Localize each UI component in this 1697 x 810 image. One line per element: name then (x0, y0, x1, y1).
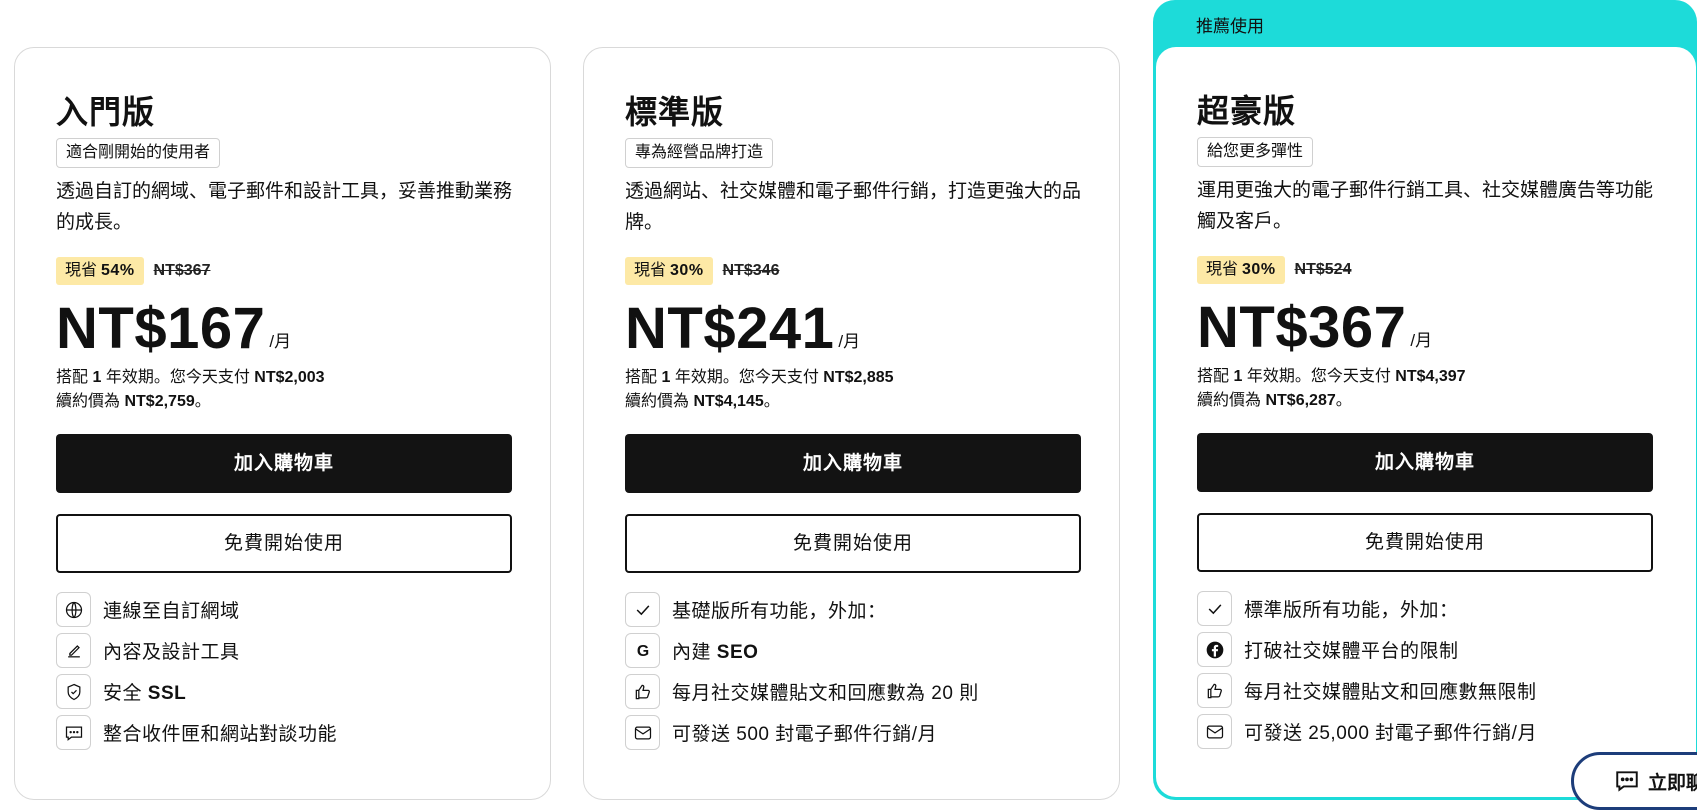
discount-row: 現省 54% NT$367 (56, 256, 509, 286)
plan-tagline: 給您更多彈性 (1197, 137, 1314, 167)
price-row: NT$367 /月 (1197, 297, 1655, 359)
discount-badge: 現省 30% (1197, 256, 1285, 284)
feature-text: 可發送 500 封電子郵件行銷/月 (672, 724, 938, 745)
check-icon (625, 592, 660, 627)
chat-bubble-icon (1616, 771, 1638, 792)
feature-text: 打破社交媒體平台的限制 (1244, 641, 1459, 662)
plan-price: NT$167 (56, 296, 266, 361)
feature-item: 每月社交媒體貼文和回應數無限制 (1197, 673, 1655, 708)
feature-text: 每月社交媒體貼文和回應數無限制 (1244, 682, 1537, 703)
feature-item: 標準版所有功能，外加： (1197, 591, 1655, 626)
google-icon: G (625, 633, 660, 668)
plan-price: NT$241 (625, 296, 835, 361)
feature-item: 基礎版所有功能，外加： (625, 592, 1078, 627)
feature-item: 連線至自訂網域 (56, 592, 509, 627)
feature-text: 安全 SSL (103, 683, 187, 704)
feature-item: 打破社交媒體平台的限制 (1197, 632, 1655, 667)
billing-terms: 搭配 1 年效期。您今天支付 NT$4,397 續約價為 NT$6,287。 (1197, 368, 1466, 409)
feature-item: G 內建 SEO (625, 633, 1078, 668)
plan-tagline: 專為經營品牌打造 (625, 138, 774, 168)
plan-name: 超豪版 (1197, 93, 1297, 129)
shield-icon (56, 674, 91, 709)
discount-row: 現省 30% NT$346 (625, 256, 1078, 286)
plan-name: 標準版 (625, 94, 725, 130)
feature-text: 可發送 25,000 封電子郵件行銷/月 (1244, 723, 1537, 744)
feature-item: 安全 SSL (56, 674, 509, 709)
feature-list: 標準版所有功能，外加： 打破社交媒體平台的限制 每月社交媒體貼文和回應數無限制 … (1197, 591, 1655, 749)
plan-description: 運用更強大的電子郵件行銷工具、社交媒體廣告等功能觸及客戶。 (1197, 180, 1654, 232)
feature-item: 可發送 500 封電子郵件行銷/月 (625, 715, 1078, 750)
feature-text: 每月社交媒體貼文和回應數為 20 則 (672, 683, 979, 704)
discount-badge: 現省 54% (56, 257, 144, 285)
recommended-label: 推薦使用 (1196, 17, 1264, 36)
original-price: NT$346 (722, 262, 780, 279)
plan-description: 透過網站、社交媒體和電子郵件行銷，打造更強大的品牌。 (625, 181, 1082, 233)
live-chat-button[interactable]: 立即聊 (1571, 752, 1697, 810)
feature-text: 整合收件匣和網站對談功能 (103, 724, 338, 745)
start-free-button[interactable]: 免費開始使用 (56, 514, 512, 573)
plan-name: 入門版 (56, 94, 156, 130)
feature-item: 可發送 25,000 封電子郵件行銷/月 (1197, 714, 1655, 749)
pen-icon (56, 633, 91, 668)
add-to-cart-button[interactable]: 加入購物車 (56, 434, 512, 493)
feature-item: 內容及設計工具 (56, 633, 509, 668)
plan-card-premium: 超豪版 給您更多彈性 運用更強大的電子郵件行銷工具、社交媒體廣告等功能觸及客戶。… (1156, 47, 1696, 797)
plan-price: NT$367 (1197, 295, 1407, 360)
plan-card-standard: 標準版 專為經營品牌打造 透過網站、社交媒體和電子郵件行銷，打造更強大的品牌。 … (583, 47, 1120, 800)
price-period: /月 (1410, 331, 1433, 350)
plan-card-starter: 入門版 適合剛開始的使用者 透過自訂的網域、電子郵件和設計工具，妥善推動業務的成… (14, 47, 551, 800)
thumbs-up-icon (625, 674, 660, 709)
feature-list: 基礎版所有功能，外加： G 內建 SEO 每月社交媒體貼文和回應數為 20 則 … (625, 592, 1078, 750)
svg-text:G: G (636, 643, 648, 660)
original-price: NT$524 (1294, 261, 1352, 278)
chat-icon (56, 715, 91, 750)
globe-icon (56, 592, 91, 627)
feature-item: 每月社交媒體貼文和回應數為 20 則 (625, 674, 1078, 709)
start-free-button[interactable]: 免費開始使用 (1197, 513, 1653, 572)
mail-icon (1197, 714, 1232, 749)
mail-icon (625, 715, 660, 750)
price-row: NT$167 /月 (56, 298, 509, 360)
price-period: /月 (269, 332, 292, 351)
facebook-icon (1197, 632, 1232, 667)
plan-tagline: 適合剛開始的使用者 (56, 138, 221, 168)
live-chat-label: 立即聊 (1648, 772, 1697, 794)
start-free-button[interactable]: 免費開始使用 (625, 514, 1081, 573)
original-price: NT$367 (153, 262, 211, 279)
feature-text: 基礎版所有功能，外加： (672, 601, 887, 622)
price-period: /月 (838, 332, 861, 351)
thumbs-up-icon (1197, 673, 1232, 708)
feature-text: 內容及設計工具 (103, 642, 240, 663)
feature-item: 整合收件匣和網站對談功能 (56, 715, 509, 750)
billing-terms: 搭配 1 年效期。您今天支付 NT$2,885 續約價為 NT$4,145。 (625, 369, 894, 410)
feature-text: 內建 SEO (672, 642, 759, 663)
feature-text: 連線至自訂網域 (103, 601, 240, 622)
plan-description: 透過自訂的網域、電子郵件和設計工具，妥善推動業務的成長。 (56, 181, 513, 233)
discount-badge: 現省 30% (625, 257, 713, 285)
billing-terms: 搭配 1 年效期。您今天支付 NT$2,003 續約價為 NT$2,759。 (56, 369, 325, 410)
price-row: NT$241 /月 (625, 298, 1078, 360)
feature-text: 標準版所有功能，外加： (1244, 600, 1459, 621)
feature-list: 連線至自訂網域 內容及設計工具 安全 SSL 整合收件匣和網站對談功能 (56, 592, 509, 750)
add-to-cart-button[interactable]: 加入購物車 (1197, 433, 1653, 492)
check-icon (1197, 591, 1232, 626)
add-to-cart-button[interactable]: 加入購物車 (625, 434, 1081, 493)
discount-row: 現省 30% NT$524 (1197, 255, 1655, 285)
